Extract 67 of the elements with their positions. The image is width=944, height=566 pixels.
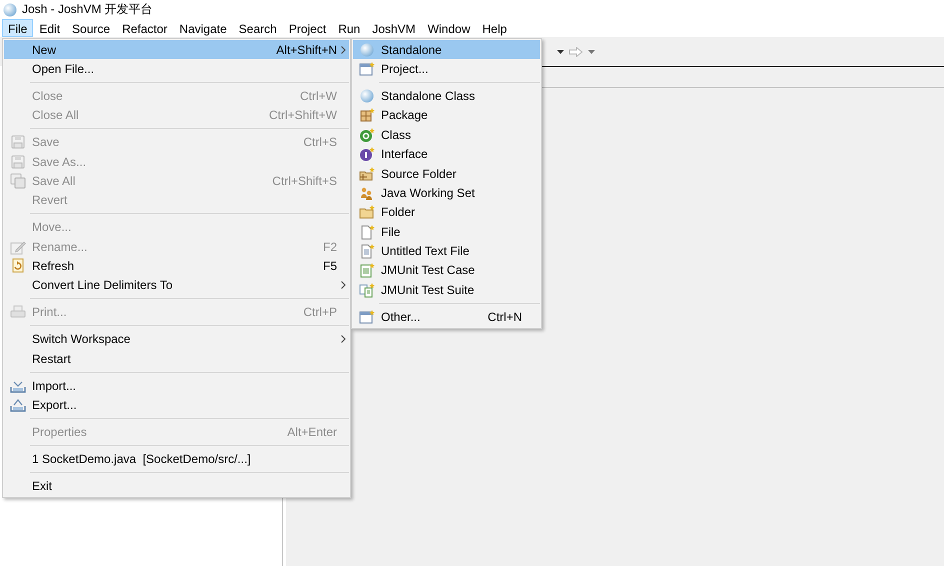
menu-item[interactable]: JMUnit Test Case [353, 260, 540, 280]
menu-item[interactable]: Exit [4, 476, 349, 496]
menu-item[interactable]: Open File... [4, 59, 349, 79]
menu-item[interactable]: New Alt+Shift+N [4, 40, 349, 60]
shortcut-text: Ctrl+P [303, 305, 337, 320]
package-folder-icon [358, 166, 374, 182]
shortcut-text: Alt+Enter [287, 424, 337, 439]
menu-bar-item[interactable]: JoshVM [366, 19, 422, 37]
menu-bar-item[interactable]: Help [476, 19, 513, 37]
menu-item[interactable]: JMUnit Test Suite [353, 280, 540, 300]
menu-item[interactable]: Package [353, 106, 540, 126]
menu-bar-item[interactable]: File [2, 19, 34, 37]
menu-item[interactable]: Convert Line Delimiters To [4, 276, 349, 296]
menu-item[interactable]: Export... [4, 395, 349, 415]
menu-item[interactable]: Refresh F5 [4, 256, 349, 276]
menu-item[interactable]: File [353, 222, 540, 242]
menu-item[interactable]: Standalone Class [353, 86, 540, 106]
menu-item[interactable]: Restart [4, 348, 349, 368]
refresh-icon [10, 258, 26, 274]
window-title: Josh - JoshVM 开发平台 [22, 1, 153, 18]
folder-icon [358, 204, 374, 220]
menu-item[interactable]: Java Working Set [353, 183, 540, 203]
menu-bar-item[interactable]: Navigate [173, 19, 233, 37]
file-icon [358, 224, 374, 240]
test-case-icon [358, 262, 374, 278]
menu-bar-item[interactable]: Edit [33, 19, 66, 37]
printer-icon [10, 304, 26, 320]
shortcut-text: Ctrl+Shift+S [272, 174, 337, 188]
text-file-icon [358, 243, 374, 260]
menu-bar-item[interactable]: Search [232, 19, 283, 37]
shortcut-text: Ctrl+N [488, 310, 522, 324]
sphere-icon [358, 88, 374, 104]
menu-bar-item[interactable]: Project [282, 19, 332, 37]
menu-item[interactable]: Untitled Text File [353, 241, 540, 261]
tray-icon [10, 396, 26, 413]
shortcut-text: Alt+Shift+N [276, 42, 337, 57]
class-icon [358, 126, 374, 143]
test-suite-icon [358, 282, 374, 298]
menu-item[interactable]: Other... Ctrl+N [353, 307, 540, 326]
package-icon [358, 107, 374, 124]
new-window-icon [358, 61, 374, 78]
menu-bar-item[interactable]: Run [332, 19, 366, 37]
shortcut-text: Ctrl+W [300, 88, 337, 103]
menu-bar-item[interactable]: Refactor [116, 19, 174, 37]
shortcut-text: Ctrl+S [303, 135, 337, 150]
dropdown-caret-icon [588, 50, 595, 54]
new-window-icon [358, 308, 374, 325]
menu-item[interactable]: Project... [353, 59, 540, 79]
shortcut-text: F5 [322, 259, 337, 274]
interface-icon [358, 146, 374, 162]
sphere-icon [358, 42, 374, 58]
sphere-icon [2, 2, 18, 18]
disks-icon [10, 173, 26, 190]
shortcut-text: Ctrl+Shift+W [268, 108, 337, 122]
menu-item[interactable]: 1 SocketDemo.java [SocketDemo/src/...] [4, 449, 349, 468]
menu-item[interactable]: Source Folder [353, 164, 540, 184]
menu-item[interactable]: Class [353, 125, 540, 144]
menu-bar-item[interactable]: Source [66, 19, 116, 37]
menu-item[interactable]: Interface [353, 144, 540, 164]
menu-item[interactable]: Switch Workspace [4, 330, 349, 349]
menu-item[interactable]: Import... [4, 376, 349, 396]
menu-item[interactable]: Standalone [353, 40, 540, 60]
shortcut-text: F2 [322, 240, 337, 254]
dropdown-caret-icon [557, 50, 564, 54]
menu-bar-item[interactable]: Window [422, 19, 476, 37]
menu-item[interactable]: Folder [353, 202, 540, 222]
forward-arrow-icon [569, 46, 583, 56]
